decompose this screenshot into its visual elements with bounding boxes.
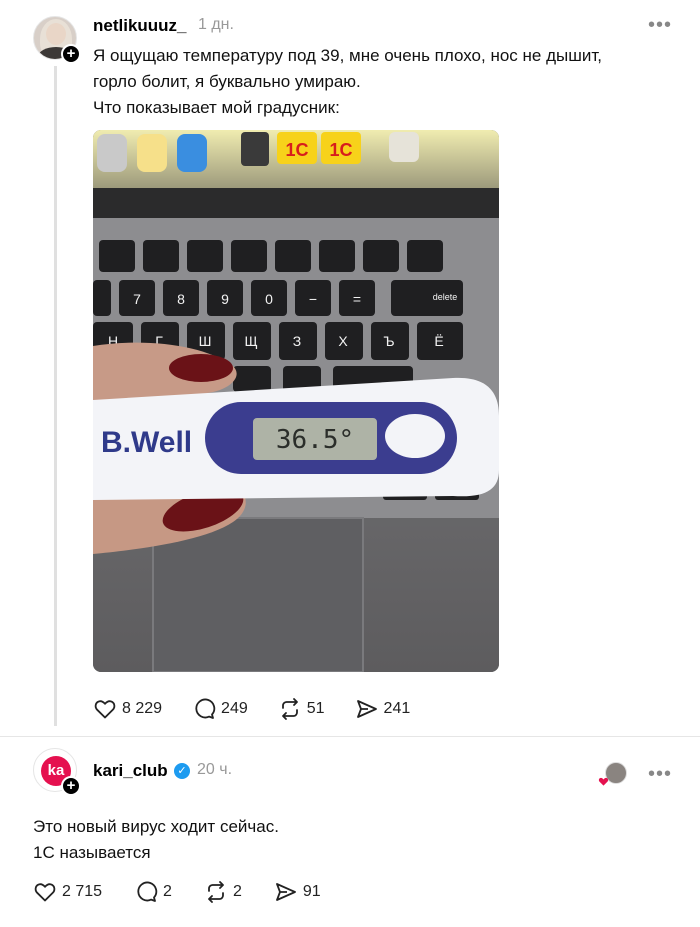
like-button[interactable]: 8 229 [93, 697, 162, 721]
share-button[interactable]: 91 [274, 880, 321, 904]
comment-button[interactable]: 249 [192, 697, 248, 721]
comment-count: 2 [163, 883, 172, 900]
key-1c-label: 1C [285, 140, 308, 160]
comment-button[interactable]: 2 [134, 880, 172, 904]
share-button[interactable]: 241 [355, 697, 411, 721]
repost-count: 51 [306, 700, 325, 717]
svg-text:Щ: Щ [244, 333, 257, 349]
svg-text:Ё: Ё [434, 333, 443, 349]
post-time[interactable]: 1 дн. [198, 16, 234, 34]
post-kari-club: ka + kari_club ✓ 20 ч. ••• Это новый вир… [0, 737, 700, 927]
svg-text:−: − [309, 291, 317, 307]
send-icon [275, 883, 296, 901]
repost-icon [281, 698, 298, 720]
svg-text:Х: Х [338, 333, 348, 349]
svg-text:=: = [353, 291, 361, 307]
send-icon [356, 700, 377, 718]
user-avatar[interactable]: ka + [33, 748, 81, 796]
thermometer-brand: B.Well [101, 426, 192, 459]
svg-text:0: 0 [265, 291, 273, 307]
svg-text:9: 9 [221, 291, 229, 307]
thread-line [54, 66, 57, 726]
heart-icon [34, 883, 56, 902]
post-actions: 8 229 249 51 241 [93, 697, 440, 721]
repost-button[interactable]: 51 [278, 697, 325, 721]
post-time[interactable]: 20 ч. [197, 761, 232, 779]
svg-text:8: 8 [177, 291, 185, 307]
post-text-line: Я ощущаю температуру под 39, мне очень п… [93, 46, 602, 65]
repost-button[interactable]: 2 [204, 880, 242, 904]
post-netlikuuuz: + netlikuuuz_ 1 дн. ••• Я ощущаю темпера… [0, 0, 700, 735]
svg-text:З: З [293, 333, 301, 349]
thermometer-reading: 36.5° [276, 425, 354, 455]
post-actions: 2 715 2 2 91 [33, 880, 351, 904]
svg-text:Ш: Ш [199, 333, 212, 349]
verified-check-icon: ✓ [174, 763, 190, 779]
heart-icon [94, 700, 116, 719]
key-delete-label: delete [433, 292, 458, 302]
follow-plus-icon[interactable]: + [61, 776, 81, 796]
more-options-icon[interactable]: ••• [648, 764, 672, 784]
share-count: 241 [383, 700, 411, 717]
repost-icon [208, 881, 224, 903]
more-options-icon[interactable]: ••• [648, 15, 672, 35]
like-button[interactable]: 2 715 [33, 880, 102, 904]
like-count: 2 715 [62, 883, 103, 900]
post-photo[interactable]: 1C 1C 7 8 9 0 − = delete Н Г Ш Щ З Х Ъ Ё… [93, 130, 499, 672]
post-text: Это новый вирус ходит сейчас. 1С называе… [33, 814, 279, 866]
username[interactable]: kari_club [93, 761, 168, 781]
comment-icon [195, 698, 216, 719]
svg-text:7: 7 [133, 291, 141, 307]
post-text-line: Что показывает мой градусник: [93, 98, 340, 117]
share-count: 91 [302, 883, 321, 900]
username[interactable]: netlikuuuz_ [93, 16, 187, 36]
repost-count: 2 [232, 883, 242, 900]
post-text-line: Это новый вирус ходит сейчас. [33, 817, 279, 836]
liked-heart-icon [598, 777, 609, 786]
post-text: Я ощущаю температуру под 39, мне очень п… [93, 43, 602, 121]
post-text-line: горло болит, я буквально умираю. [93, 72, 361, 91]
comment-icon [137, 881, 158, 902]
key-1c-label: 1C [329, 140, 352, 160]
follow-plus-icon[interactable]: + [61, 44, 81, 64]
comment-count: 249 [221, 700, 248, 717]
svg-text:Ъ: Ъ [383, 333, 394, 349]
user-avatar[interactable]: + [33, 16, 81, 64]
thermometer-photo-illustration: 1C 1C 7 8 9 0 − = delete Н Г Ш Щ З Х Ъ Ё… [93, 130, 499, 672]
post-text-line: 1С называется [33, 843, 151, 862]
like-count: 8 229 [122, 700, 163, 717]
